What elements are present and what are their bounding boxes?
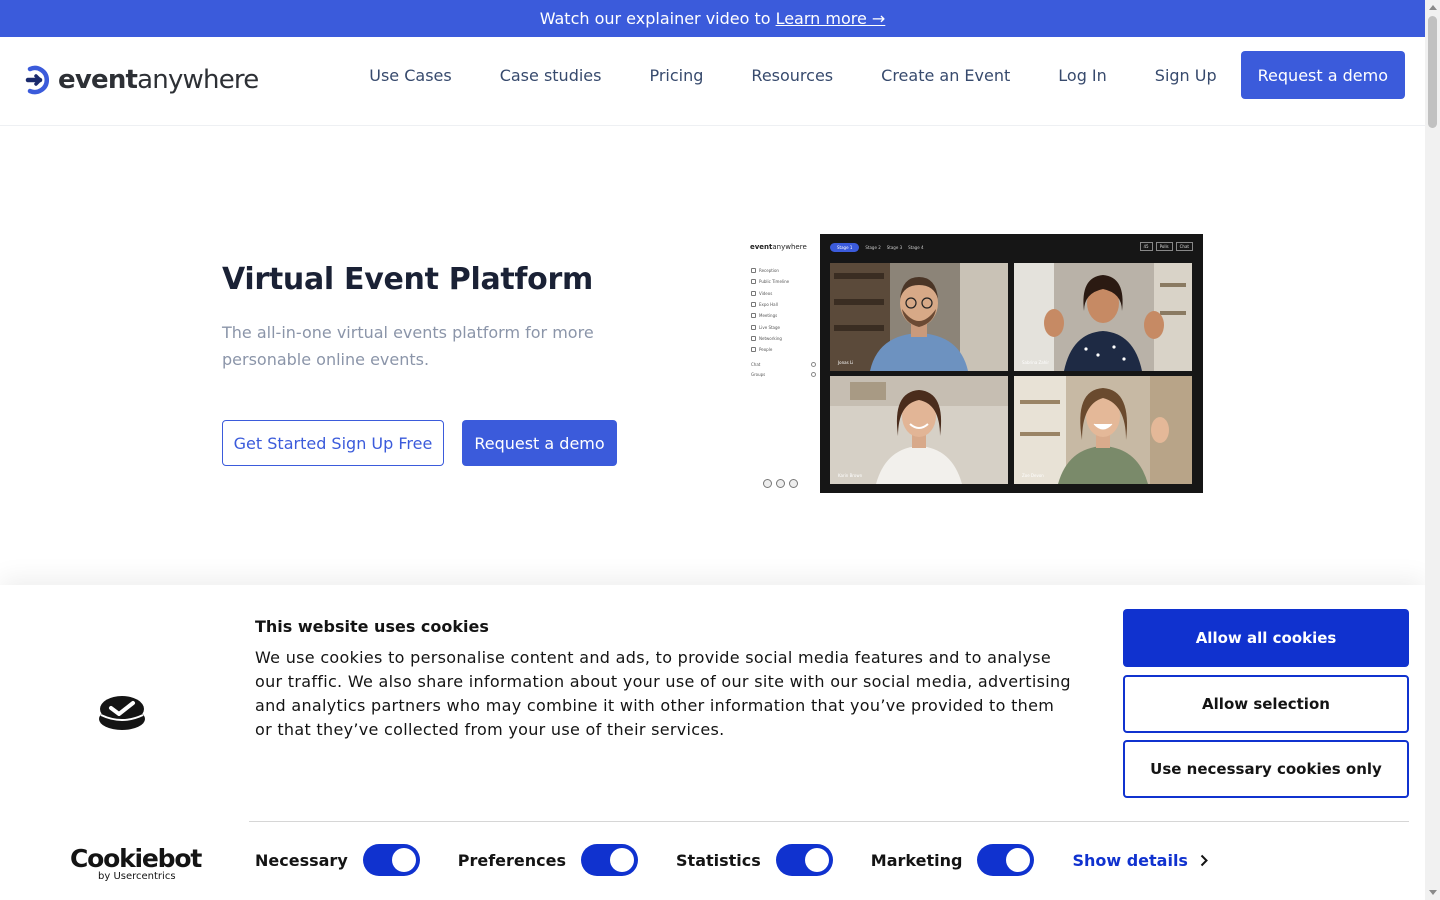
preferences-switch[interactable]	[581, 844, 639, 876]
mockup-tools: 45 Polls Chat	[1139, 242, 1193, 251]
mockup-menu-item: Expo Hall	[751, 299, 789, 310]
necessary-switch[interactable]	[362, 844, 420, 876]
page: Watch our explainer video to Learn more …	[0, 0, 1440, 900]
request-demo-hero-button[interactable]: Request a demo	[462, 420, 617, 466]
toggle-label: Marketing	[870, 850, 963, 870]
cookie-description: We use cookies to personalise content an…	[255, 648, 1071, 739]
show-details-link[interactable]: Show details	[1072, 851, 1208, 870]
nav-case-studies[interactable]: Case studies	[500, 66, 602, 85]
request-demo-nav-button[interactable]: Request a demo	[1240, 51, 1405, 99]
announcement-text: Watch our explainer video to	[539, 9, 771, 28]
hero-subtitle: The all-in-one virtual events platform f…	[222, 323, 594, 369]
video-tile: Sabrina Zahir	[1014, 263, 1192, 371]
nav-sign-up[interactable]: Sign Up	[1155, 66, 1217, 85]
mockup-menu: Reception Public Timeline Videos Expo Ha…	[751, 265, 789, 355]
nav-create-event[interactable]: Create an Event	[881, 66, 1010, 85]
page-scrollbar[interactable]	[1425, 0, 1440, 900]
logo-wordmark: eventanywhere	[58, 65, 259, 95]
necessary-cookies-only-button[interactable]: Use necessary cookies only	[1123, 740, 1409, 798]
mockup-tab: Stage 2	[865, 245, 881, 250]
cookie-toggles: Necessary Preferences Statistics Marketi…	[255, 844, 1208, 876]
nav-log-in[interactable]: Log In	[1058, 66, 1107, 85]
marketing-switch[interactable]	[977, 844, 1035, 876]
scroll-up-icon[interactable]	[1429, 5, 1437, 10]
toggle-preferences[interactable]: Preferences	[457, 844, 639, 876]
video-tile: Jonas Li	[830, 263, 1008, 371]
learn-more-link[interactable]: Learn more →	[776, 9, 886, 28]
mockup-stage-tabs: Stage 1 Stage 2 Stage 3 Stage 4	[830, 243, 924, 252]
mockup-bottom-icons	[763, 479, 798, 488]
hero-title: Virtual Event Platform	[222, 262, 593, 297]
tile-name: Jonas Li	[838, 360, 854, 365]
toggle-label: Statistics	[676, 850, 761, 870]
product-screenshot: eventanywhere Reception Public Timeline …	[745, 234, 1203, 493]
get-started-button[interactable]: Get Started Sign Up Free	[222, 420, 444, 466]
mockup-menu-item: Reception	[751, 265, 789, 276]
cookiebot-wordmark: Cookiebot	[70, 844, 202, 873]
mockup-menu-item: People	[751, 344, 789, 355]
show-details-label: Show details	[1072, 850, 1188, 870]
mockup-menu-item: Videos	[751, 288, 789, 299]
video-tile: Karin Brown	[830, 376, 1008, 484]
toggle-label: Necessary	[255, 850, 348, 870]
mockup-chat-item: Chat	[751, 360, 816, 370]
cookie-banner: Cookiebot by Usercentrics This website u…	[0, 585, 1425, 900]
cookiebot-logo-icon	[99, 696, 145, 730]
mockup-logo: eventanywhere	[750, 243, 807, 251]
mockup-menu-item: Networking	[751, 333, 789, 344]
cookie-divider	[249, 821, 1409, 822]
toggle-label: Preferences	[457, 850, 567, 870]
nav-pricing[interactable]: Pricing	[649, 66, 703, 85]
toggle-necessary[interactable]: Necessary	[255, 844, 420, 876]
nav-use-cases[interactable]: Use Cases	[369, 66, 451, 85]
main-nav: Use Cases Case studies Pricing Resources…	[369, 51, 1405, 99]
mockup-stage: Stage 1 Stage 2 Stage 3 Stage 4 45 Polls C…	[820, 234, 1203, 493]
toggle-statistics[interactable]: Statistics	[676, 844, 833, 876]
mockup-tab: Stage 3	[886, 245, 903, 250]
mockup-sidebar: eventanywhere Reception Public Timeline …	[745, 234, 820, 493]
mockup-tab: Stage 1	[830, 243, 860, 252]
mockup-tab: Stage 4	[908, 245, 924, 250]
tile-name: Zoe Devon	[1022, 473, 1044, 478]
tile-name: Sabrina Zahir	[1022, 360, 1050, 365]
mockup-menu-item: Meetings	[751, 310, 789, 321]
mockup-menu-item: Live Stage	[751, 321, 789, 332]
allow-selection-button[interactable]: Allow selection	[1123, 675, 1409, 733]
scrollbar-thumb[interactable]	[1428, 16, 1437, 128]
tile-name: Karin Brown	[838, 473, 863, 478]
logo[interactable]: eventanywhere	[24, 65, 259, 95]
mockup-chat-list: Chat Groups	[751, 360, 816, 379]
mockup-chat-item: Groups	[751, 370, 816, 380]
scroll-down-icon[interactable]	[1429, 890, 1437, 895]
toggle-marketing[interactable]: Marketing	[871, 844, 1035, 876]
cookie-title: This website uses cookies	[255, 617, 489, 636]
announcement-bar: Watch our explainer video to Learn more …	[0, 0, 1425, 37]
cookiebot-brand: Cookiebot by Usercentrics	[70, 844, 202, 883]
statistics-switch[interactable]	[775, 844, 833, 876]
nav-resources[interactable]: Resources	[751, 66, 833, 85]
mockup-menu-item: Public Timeline	[751, 276, 789, 287]
logo-icon	[25, 65, 49, 95]
allow-all-cookies-button[interactable]: Allow all cookies	[1123, 609, 1409, 667]
video-tile: Zoe Devon	[1014, 376, 1192, 484]
chevron-right-icon	[1200, 854, 1208, 866]
site-header: eventanywhere Use Cases Case studies Pri…	[0, 37, 1425, 126]
